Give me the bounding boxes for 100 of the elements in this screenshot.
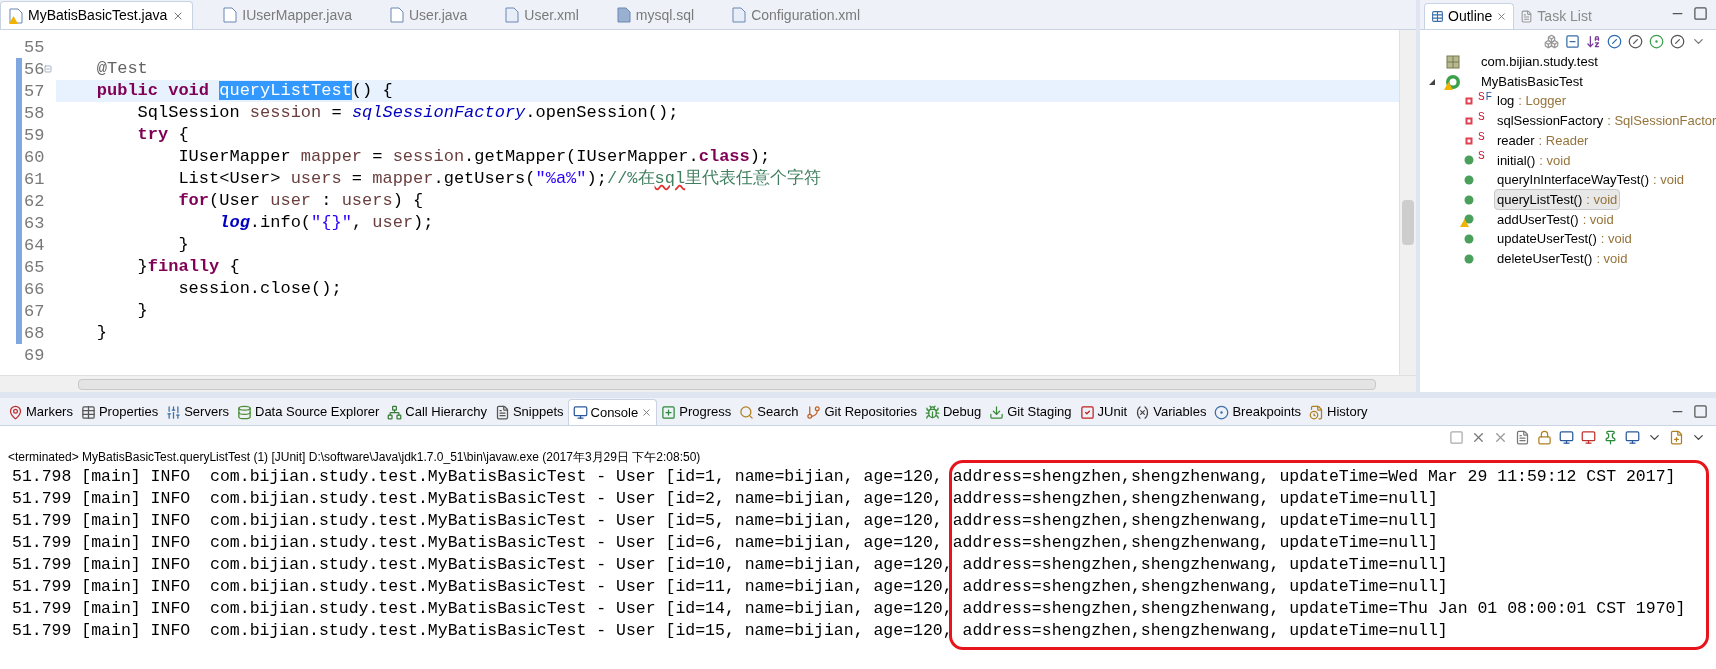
code-line: for(User user : users) { bbox=[177, 190, 424, 213]
pin-icon[interactable] bbox=[8, 404, 23, 420]
pin-icon[interactable] bbox=[1603, 429, 1618, 445]
line-number: 66 bbox=[24, 280, 45, 298]
warning-icon bbox=[1444, 81, 1453, 90]
view-tab[interactable]: Properties bbox=[76, 399, 163, 425]
show-stderr-icon[interactable] bbox=[1581, 429, 1596, 445]
view-tab[interactable]: Progress bbox=[657, 399, 736, 425]
close-icon[interactable] bbox=[1496, 11, 1508, 22]
display-console-icon[interactable] bbox=[1625, 429, 1640, 445]
line-number: 61 bbox=[24, 170, 45, 188]
hide-fields-icon[interactable] bbox=[1607, 33, 1622, 49]
line-number: 68 bbox=[24, 324, 45, 342]
hide-local-icon[interactable] bbox=[1670, 33, 1685, 49]
code-line: IUserMapper mapper = session.getMapper(IUserMapper.class); bbox=[177, 146, 771, 169]
boxes-icon[interactable] bbox=[1544, 33, 1559, 49]
outline-item[interactable]: com.bijian.study.test bbox=[1478, 51, 1601, 73]
view-tab[interactable]: History bbox=[1305, 399, 1372, 425]
code-line: } bbox=[177, 234, 189, 257]
line-number: 57 bbox=[24, 82, 45, 100]
editor-tab[interactable]: mysql.sql bbox=[608, 1, 703, 29]
outline-item[interactable]: sqlSessionFactory : SqlSessionFactor bbox=[1494, 110, 1716, 132]
maximize-icon[interactable] bbox=[1693, 6, 1708, 21]
new-console-icon[interactable] bbox=[1669, 429, 1684, 445]
breakpoint-icon[interactable] bbox=[1214, 404, 1230, 420]
search-icon[interactable] bbox=[739, 404, 755, 420]
history-icon[interactable] bbox=[1309, 404, 1325, 420]
maximize-icon[interactable] bbox=[1693, 404, 1708, 419]
scroll-lock-icon[interactable] bbox=[1537, 429, 1552, 445]
show-stdout-icon[interactable] bbox=[1559, 429, 1574, 445]
hierarchy-icon[interactable] bbox=[387, 404, 403, 420]
view-tab[interactable]: Markers bbox=[4, 399, 77, 425]
vertical-scrollbar[interactable] bbox=[1399, 30, 1416, 375]
outline-item[interactable]: MyBatisBasicTest bbox=[1478, 70, 1586, 93]
console-line: 51.799 [main] INFO com.bijian.study.test.MyBatisBasicTest - User [id=11, name=bijian, age=120, address=shengzhen,shengzhenwang, updateTime=null] bbox=[12, 576, 1448, 598]
outline-item[interactable]: reader : Reader bbox=[1494, 129, 1592, 152]
expanded-arrow-icon[interactable] bbox=[1428, 77, 1436, 86]
line-number: 67 bbox=[24, 302, 45, 320]
view-tab[interactable]: Search bbox=[735, 399, 803, 425]
line-number: 60 bbox=[24, 148, 45, 166]
line-number: 59 bbox=[24, 126, 45, 144]
clear-console-icon[interactable] bbox=[1515, 429, 1530, 445]
variable-icon[interactable] bbox=[1135, 404, 1151, 420]
file-icon bbox=[390, 7, 404, 23]
view-tab[interactable]: Breakpoints bbox=[1210, 399, 1306, 425]
outline-item[interactable]: queryListTest() : void bbox=[1494, 188, 1621, 211]
editor-tab[interactable]: User.java bbox=[382, 1, 476, 29]
editor-tab[interactable]: Configuration.xml bbox=[724, 1, 869, 29]
editor-tab[interactable]: MyBatisBasicTest.java bbox=[0, 1, 194, 29]
code-line: } bbox=[136, 300, 148, 323]
code-line: session.close(); bbox=[177, 278, 342, 301]
table-icon[interactable] bbox=[80, 404, 96, 420]
outline-icon bbox=[1431, 10, 1444, 23]
editor-tab[interactable]: User.xml bbox=[497, 1, 587, 29]
view-tab[interactable]: Snippets bbox=[490, 399, 568, 425]
view-tab[interactable]: Console bbox=[567, 399, 658, 425]
line-number: 62 bbox=[24, 192, 45, 210]
console-header: <terminated> MyBatisBasicTest.queryListTest (1) [JUnit] D:\software\Java\jdk1.7.0_51\bin\javaw.exe (2017年3月29日 下午2:08:50) bbox=[7, 449, 701, 466]
view-tab[interactable]: Outline bbox=[1424, 3, 1515, 29]
code-line: @Test bbox=[95, 58, 148, 81]
code-line: SqlSession session = sqlSessionFactory.openSession(); bbox=[136, 102, 679, 125]
view-tab[interactable]: Call Hierarchy bbox=[383, 399, 491, 425]
horizontal-scrollbar[interactable] bbox=[0, 375, 1416, 392]
close-icon[interactable] bbox=[641, 407, 653, 418]
sort-icon[interactable] bbox=[1586, 33, 1601, 49]
view-tab[interactable]: Servers bbox=[162, 399, 233, 425]
static-marker: S bbox=[1478, 92, 1485, 103]
view-tab[interactable]: Debug bbox=[920, 399, 986, 425]
git-icon[interactable] bbox=[806, 404, 822, 420]
junit-icon[interactable] bbox=[1079, 404, 1095, 420]
view-tab[interactable]: JUnit bbox=[1075, 399, 1132, 425]
document-icon[interactable] bbox=[494, 404, 510, 420]
progress-icon[interactable] bbox=[661, 404, 677, 420]
view-tab[interactable]: Data Source Explorer bbox=[233, 399, 384, 425]
line-number: 63 bbox=[24, 214, 45, 232]
sliders-icon[interactable] bbox=[166, 404, 182, 420]
collapse-all-icon[interactable] bbox=[1565, 33, 1580, 49]
view-tab[interactable]: Variables bbox=[1131, 399, 1211, 425]
static-marker: S bbox=[1478, 111, 1485, 122]
console-line: 51.798 [main] INFO com.bijian.study.test.MyBatisBasicTest - User [id=1, name=bijian, age=120, address=shengzhen,shengzhenwang, updateTime=Wed Mar 29 11:59:12 CST 2017] bbox=[12, 466, 1676, 488]
code-line: try { bbox=[136, 124, 189, 147]
download-icon[interactable] bbox=[989, 404, 1005, 420]
view-tab[interactable]: Git Staging bbox=[985, 399, 1076, 425]
editor-tab[interactable]: IUserMapper.java bbox=[215, 1, 360, 29]
file-icon bbox=[223, 7, 238, 23]
public-filter-icon[interactable] bbox=[1649, 33, 1664, 49]
monitor-icon[interactable] bbox=[572, 405, 588, 420]
hide-static-icon[interactable] bbox=[1628, 33, 1643, 49]
outline-item[interactable]: addUserTest() : void bbox=[1494, 208, 1617, 231]
outline-item[interactable]: queryInInterfaceWayTest() : void bbox=[1494, 169, 1688, 191]
bug-icon[interactable] bbox=[924, 404, 940, 420]
outline-item[interactable]: log : Logger bbox=[1494, 90, 1570, 112]
outline-item[interactable]: deleteUserTest() : void bbox=[1494, 247, 1631, 270]
outline-item[interactable]: updateUserTest() : void bbox=[1494, 228, 1635, 250]
code-line: List<User> users = mapper.getUsers("%a%");//%在sql里代表任意个字符 bbox=[177, 167, 822, 191]
database-icon[interactable] bbox=[237, 404, 252, 420]
view-tab[interactable]: Git Repositories bbox=[802, 399, 921, 425]
console-line: 51.799 [main] INFO com.bijian.study.test.MyBatisBasicTest - User [id=6, name=bijian, age=120, address=shengzhen,shengzhenwang, updateTime=null] bbox=[12, 532, 1438, 554]
outline-item[interactable]: initial() : void bbox=[1494, 149, 1574, 172]
code-line: } bbox=[95, 322, 107, 345]
